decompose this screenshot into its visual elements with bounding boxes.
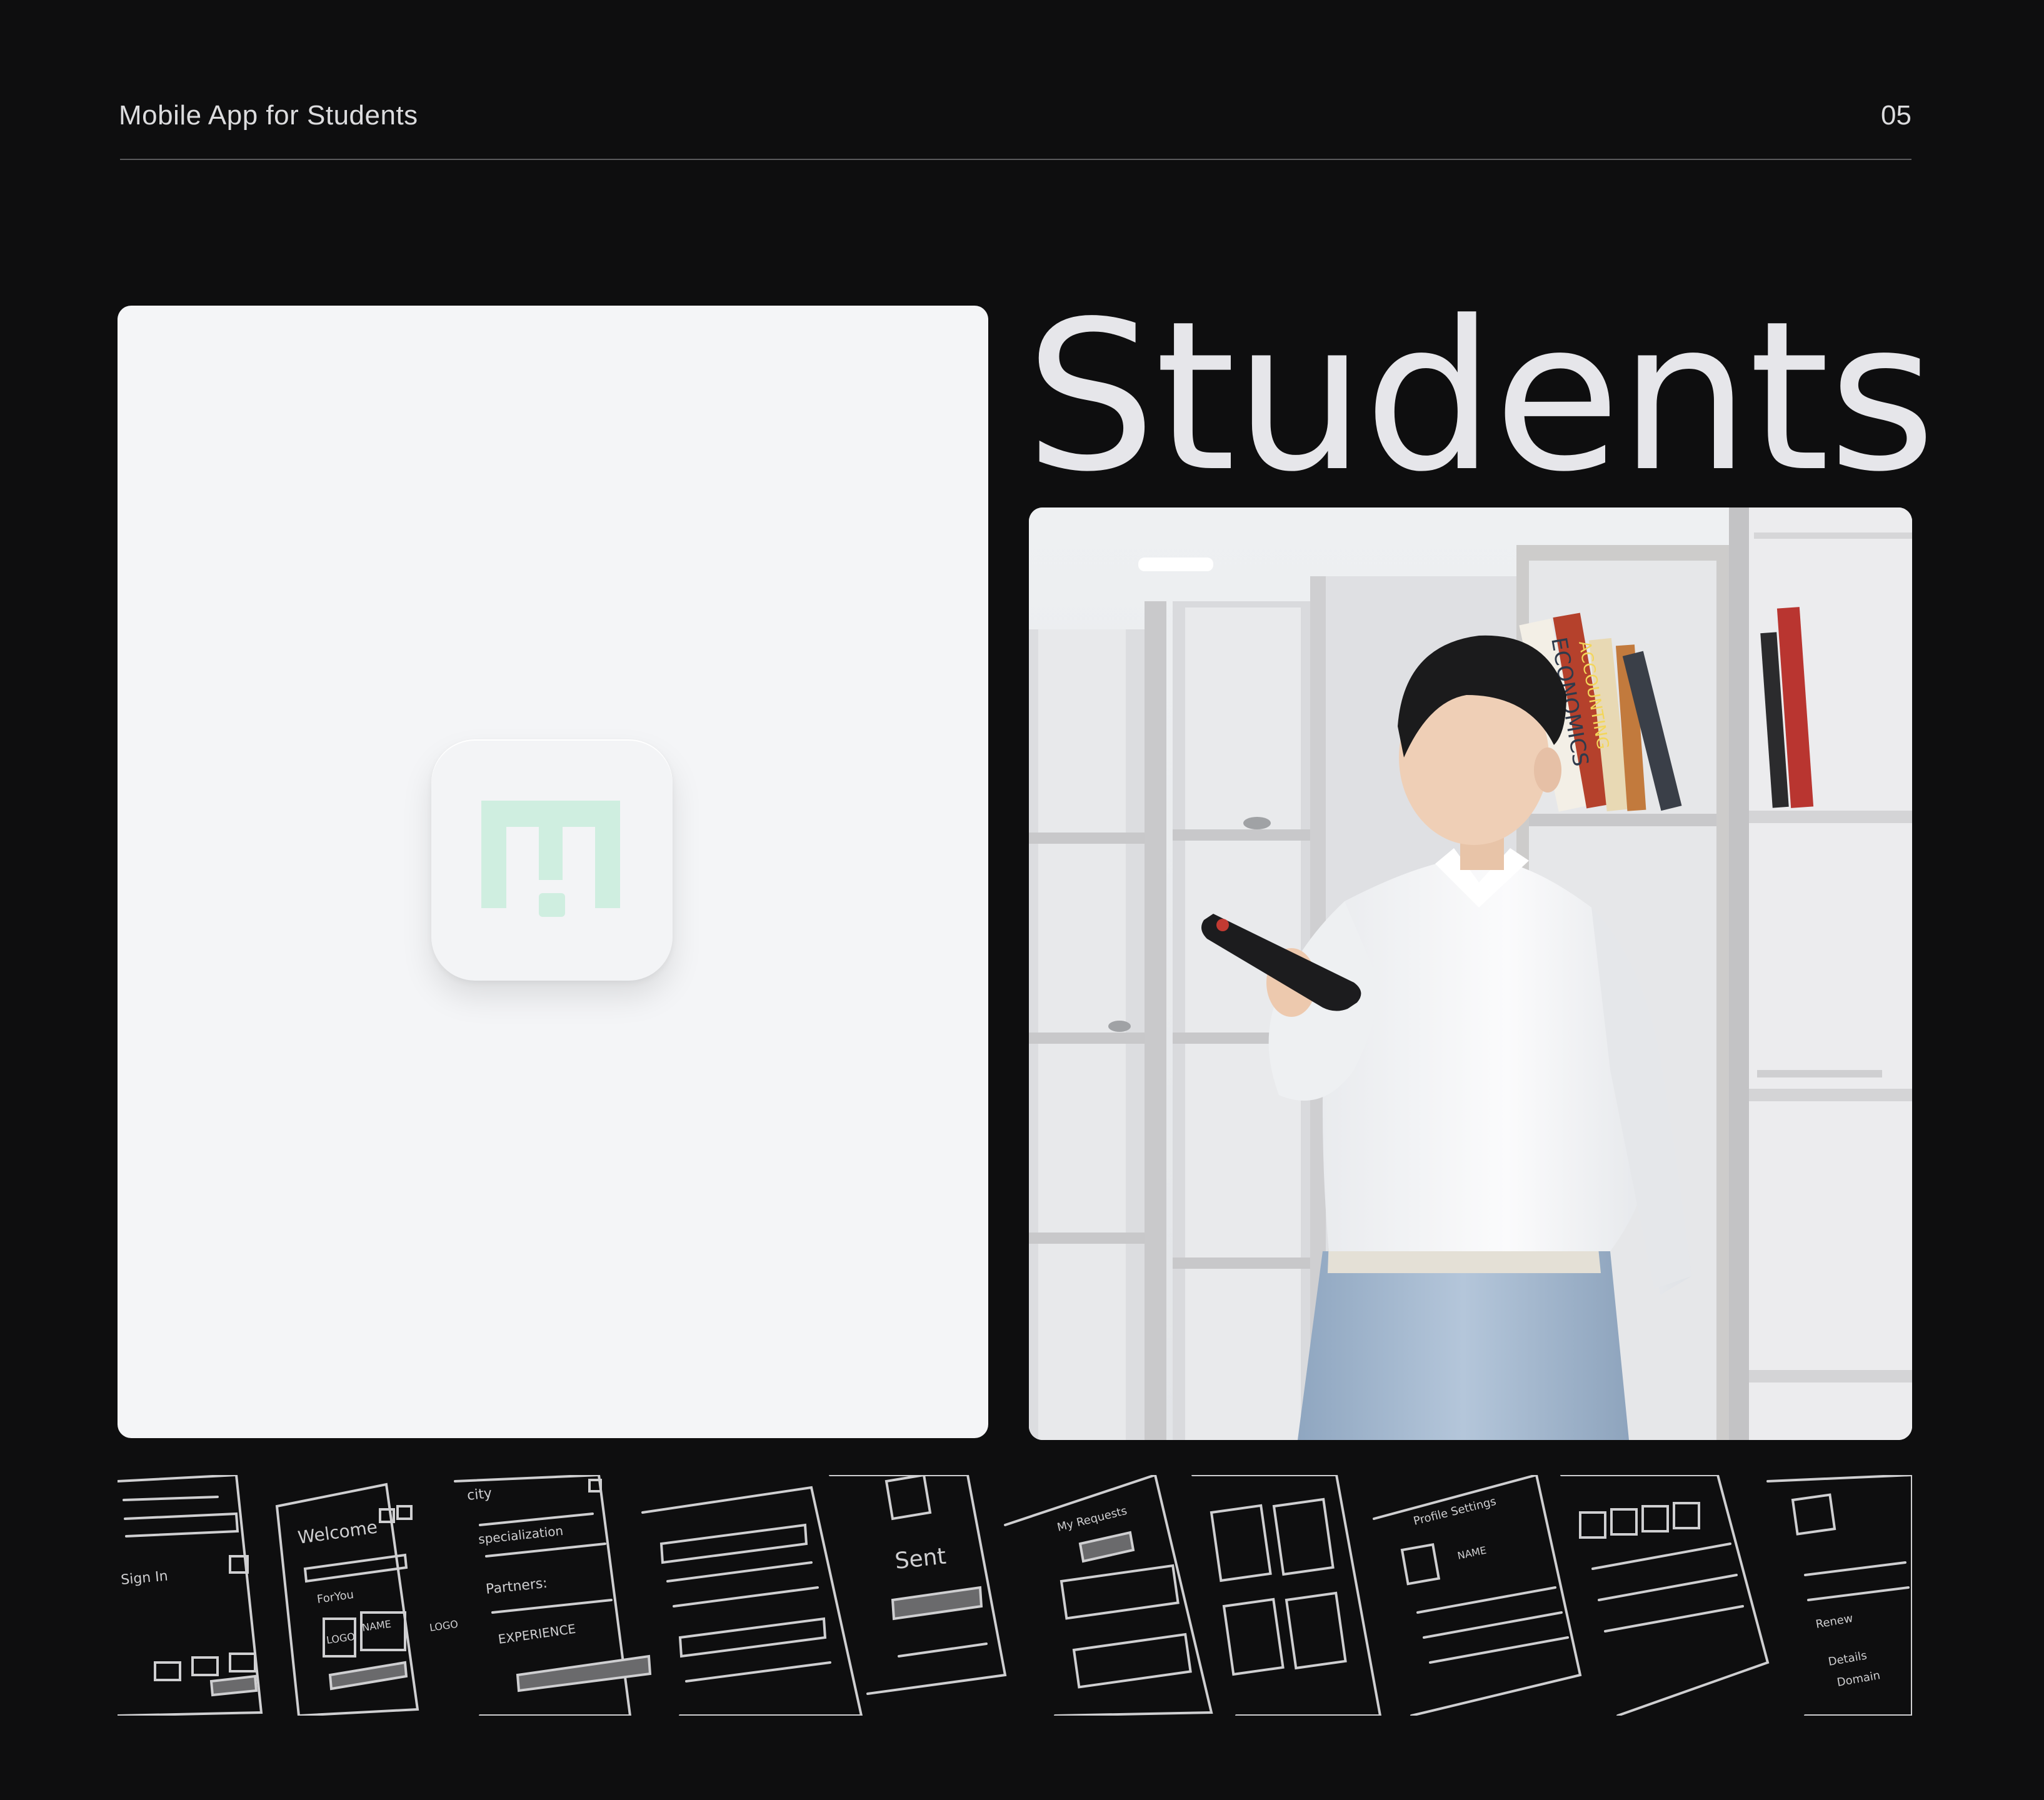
sketch-specialization [454,1475,652,1716]
sketch-label-specialization: specialization [478,1523,564,1547]
sketch-cards [1560,1475,1770,1716]
sketch-label-my-requests: My Requests [1056,1504,1128,1534]
page-number: 05 [1881,100,1911,131]
sketch-label-sign-in: Sign In [120,1568,168,1588]
wireframe-sketches: Sign In Welcome ForYou LOGO NAME LOGO ci… [118,1475,1912,1716]
sketch-label-profile-settings: Profile Settings [1412,1495,1498,1528]
sketch-sign-in [118,1475,263,1716]
sketch-label-logo-1: LOGO [326,1631,356,1646]
sketch-label-city: city [466,1486,493,1504]
sketch-label-details: Details [1827,1649,1868,1669]
sketch-list [641,1486,863,1716]
hero-title: Students [1025,277,1936,517]
sketch-label-name-1: NAME [361,1618,392,1634]
sketch-label-domain: Domain [1836,1669,1881,1689]
sketch-label-name-2: NAME [1456,1544,1488,1562]
sketch-label-for-you: ForYou [316,1588,355,1606]
student-photo: ECONOMICS ACCOUNTING [1029,508,1912,1440]
sketch-label-partners: Partners: [485,1576,548,1598]
sketch-label-experience: EXPERIENCE [497,1621,576,1647]
header-title: Mobile App for Students [119,100,418,131]
sketch-label-logo-2: LOGO [429,1618,459,1634]
sketch-gallery [1191,1475,1382,1716]
app-logo-icon [431,739,673,981]
sketch-label-sent: Sent [894,1544,948,1574]
sketch-label-renew: Renew [1815,1612,1854,1631]
logo-panel [118,306,988,1438]
header-divider [120,159,1911,160]
sketch-sent [829,1475,1007,1695]
sketch-label-welcome: Welcome [296,1516,378,1548]
